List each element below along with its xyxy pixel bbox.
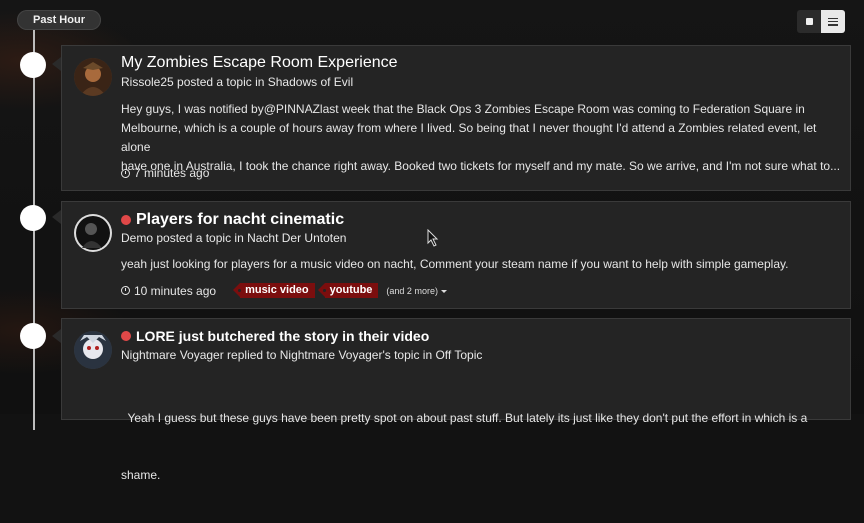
avatar[interactable] — [74, 331, 112, 369]
clock-icon — [121, 168, 130, 178]
grid-view-icon — [805, 18, 813, 25]
list-view-icon — [828, 17, 838, 26]
snippet-line: Yeah I guess but these guys have been pr… — [121, 411, 808, 425]
unread-indicator-icon — [121, 331, 131, 341]
activity-snippet: Hey guys, I was notified by@PINNAZlast w… — [121, 100, 843, 176]
timestamp: 10 minutes ago — [134, 283, 217, 298]
card-pointer — [52, 210, 61, 224]
activity-snippet: Yeah I guess but these guys have been pr… — [121, 371, 843, 523]
snippet-line: shame. — [121, 468, 161, 482]
activity-snippet: yeah just looking for players for a musi… — [121, 255, 843, 274]
timeline-node — [20, 52, 46, 78]
activity-meta[interactable]: Demo posted a topic in Nacht Der Untoten — [121, 231, 346, 245]
topic-title-link[interactable]: Players for nacht cinematic — [136, 211, 344, 229]
snippet-line: Hey guys, I was notified by@PINNAZlast w… — [121, 102, 805, 116]
text-cursor-icon — [427, 229, 439, 247]
avatar[interactable] — [74, 214, 112, 252]
more-tags-label: (and 2 more) — [386, 285, 438, 296]
unread-indicator-icon — [121, 215, 131, 225]
period-filter-pill[interactable]: Past Hour — [17, 10, 101, 30]
activity-meta[interactable]: Rissole25 posted a topic in Shadows of E… — [121, 75, 353, 89]
timestamp: 7 minutes ago — [134, 166, 210, 180]
time-row: 10 minutes ago music video youtube (and … — [121, 283, 447, 298]
avatar[interactable] — [74, 58, 112, 96]
more-tags-toggle[interactable]: (and 2 more) — [386, 286, 447, 296]
topic-title-link[interactable]: LORE just butchered the story in their v… — [136, 328, 429, 344]
snippet-line: Melbourne, which is a couple of hours aw… — [121, 121, 817, 154]
card-pointer — [52, 329, 61, 343]
title-row: LORE just butchered the story in their v… — [121, 328, 429, 344]
clock-icon — [121, 286, 130, 295]
activity-meta[interactable]: Nightmare Voyager replied to Nightmare V… — [121, 348, 482, 362]
view-toggle — [797, 10, 845, 33]
topic-title-link[interactable]: My Zombies Escape Room Experience — [121, 54, 398, 72]
list-view-button[interactable] — [821, 10, 845, 33]
timeline-node — [20, 323, 46, 349]
title-row: My Zombies Escape Room Experience — [121, 54, 398, 72]
card-pointer — [52, 57, 61, 71]
timeline-node — [20, 205, 46, 231]
snippet-line: have one in Australia, I took the chance… — [121, 159, 841, 173]
title-row: Players for nacht cinematic — [121, 211, 344, 229]
activity-card: LORE just butchered the story in their v… — [61, 318, 851, 482]
activity-card: My Zombies Escape Room Experience Rissol… — [61, 45, 851, 191]
caret-down-icon — [440, 289, 447, 293]
grid-view-button[interactable] — [797, 10, 821, 33]
snippet-line: yeah just looking for players for a musi… — [121, 257, 789, 271]
activity-card: Players for nacht cinematic Demo posted … — [61, 201, 851, 309]
time-row: 7 minutes ago — [121, 166, 209, 180]
tag-music-video[interactable]: music video — [233, 283, 315, 298]
tag-youtube[interactable]: youtube — [317, 283, 379, 298]
